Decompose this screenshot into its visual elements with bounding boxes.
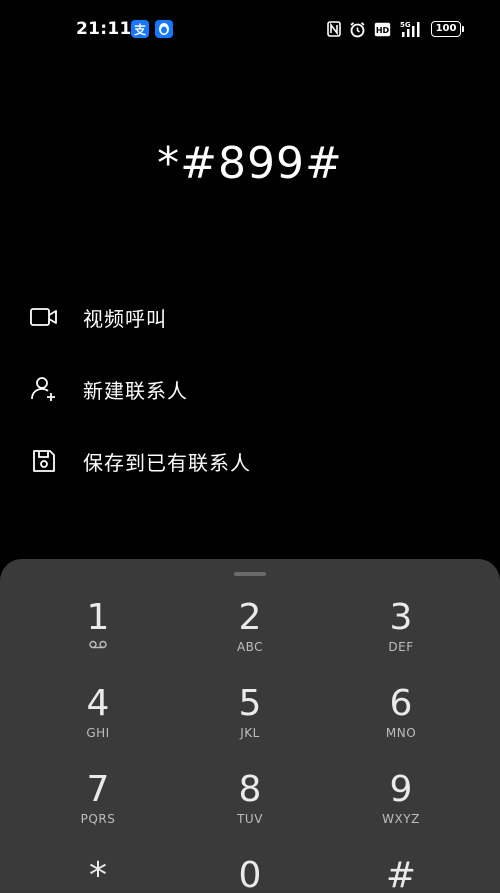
voicemail-icon [43,640,153,649]
keypad-drag-handle[interactable] [234,572,266,576]
video-camera-icon [30,303,58,331]
key-hash[interactable]: # [346,856,456,893]
new-contact-label: 新建联系人 [83,378,188,403]
save-to-existing-contact-label: 保存到已有联系人 [83,450,251,475]
key-4[interactable]: 4 GHI [43,684,153,764]
signal-5g-icon: 5G [399,20,423,38]
key-star[interactable]: * [43,856,153,893]
key-0[interactable]: 0 [195,856,305,893]
add-person-icon [30,375,58,403]
status-time: 21:11 [76,19,132,39]
key-3[interactable]: 3 DEF [346,598,456,678]
key-8[interactable]: 8 TUV [195,770,305,850]
alarm-icon [349,21,366,38]
dialed-number: *#899# [157,138,343,189]
key-2[interactable]: 2 ABC [195,598,305,678]
svg-text:支: 支 [133,22,147,37]
new-contact-action[interactable]: 新建联系人 [30,369,188,409]
battery-icon: 100 [431,21,464,37]
key-5[interactable]: 5 JKL [195,684,305,764]
video-call-label: 视频呼叫 [83,306,167,331]
key-7[interactable]: 7 PQRS [43,770,153,850]
video-call-action[interactable]: 视频呼叫 [30,297,167,337]
key-6[interactable]: 6 MNO [346,684,456,764]
key-9[interactable]: 9 WXYZ [346,770,456,850]
alipay-notification-icon: 支 [131,20,149,38]
status-icons: HD 5G 100 [327,18,464,40]
dial-keypad: 1 2 ABC 3 DEF 4 GHI 5 JKL 6 MNO 7 PQRS 8… [0,559,500,893]
battery-level: 100 [431,21,461,37]
qq-notification-icon [155,20,173,38]
save-floppy-icon [30,447,58,475]
svg-text:HD: HD [376,26,390,35]
key-1[interactable]: 1 [43,598,153,678]
hd-voice-icon: HD [374,22,391,37]
nfc-icon [327,21,341,37]
svg-text:5G: 5G [400,21,411,29]
status-bar: 21:11 支 HD 5G 100 [0,0,500,56]
save-to-existing-contact-action[interactable]: 保存到已有联系人 [30,441,251,481]
